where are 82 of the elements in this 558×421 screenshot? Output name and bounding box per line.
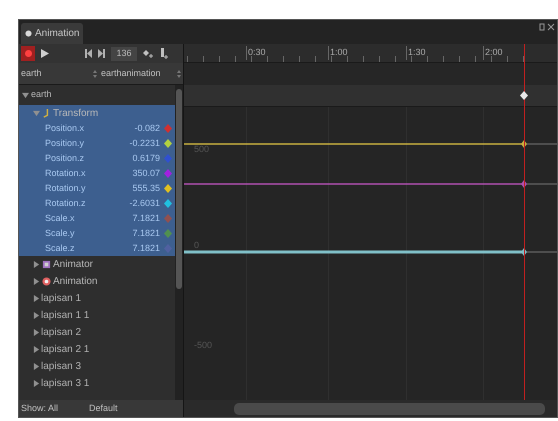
clip-dropdown[interactable]: earthanimation [99,63,183,84]
expand-arrow-icon[interactable] [22,92,29,98]
component-row[interactable]: Transform [19,105,175,121]
expand-arrow-icon[interactable] [33,261,40,268]
expand-arrow-icon[interactable] [33,295,40,302]
object-name: lapisan 3 1 [41,377,90,391]
window-controls-icon[interactable] [539,23,555,31]
property-name: Position.z [45,152,86,165]
hierarchy-row[interactable]: lapisan 3 1 [19,375,175,392]
property-value: -0.082 [133,122,161,135]
component-row[interactable]: Animation [19,273,175,290]
object-name: lapisan 3 [41,360,82,374]
object-name: lapisan 2 1 [41,343,90,357]
expand-arrow-icon[interactable] [33,329,40,336]
time-label: 2:00 [483,46,503,60]
object-name: lapisan 1 [41,292,82,306]
property-name: Scale.y [45,226,76,240]
component-row[interactable]: Animator [19,256,175,273]
vertical-scrollbar[interactable] [175,85,183,400]
property-row[interactable]: Scale.z 7.1821 [19,241,175,256]
time-label: 1:30 [406,46,426,60]
property-row[interactable]: Rotation.x 350.07 [19,166,175,181]
expand-arrow-icon[interactable] [33,380,40,387]
property-value: 555.35 [131,182,161,195]
mode-dropdown[interactable]: Default [89,402,118,416]
property-value: 0.6179 [131,152,161,165]
property-row[interactable]: Position.x -0.082 [19,121,175,136]
hierarchy-row[interactable]: lapisan 3 [19,358,175,375]
property-name: Scale.z [45,242,76,255]
record-icon [24,50,32,57]
property-value: 350.07 [131,166,161,180]
add-keyframe-icon[interactable] [143,49,154,58]
hierarchy-row[interactable]: lapisan 1 1 [19,307,175,324]
time-label: 1:00 [328,46,348,60]
hierarchy-row[interactable]: lapisan 1 [19,290,175,307]
property-value: 7.1821 [131,226,161,240]
property-row[interactable]: Position.y -0.2231 [19,136,175,151]
property-name: Rotation.x [45,166,87,180]
property-name: Scale.x [45,212,76,225]
component-name: Animation [53,275,98,289]
next-key-icon[interactable] [98,49,105,58]
property-value: -2.6031 [128,196,161,210]
play-icon[interactable] [41,49,49,58]
frame-field[interactable]: 136 [111,46,137,60]
horizontal-scrollbar[interactable] [184,400,557,417]
property-name: Rotation.y [45,182,87,195]
property-row[interactable]: Scale.x 7.1821 [19,211,175,226]
expand-arrow-icon[interactable] [33,312,40,319]
object-dropdown[interactable]: earth [19,63,99,84]
transform-icon [42,108,51,118]
property-row[interactable]: Rotation.z -2.6031 [19,196,175,211]
hierarchy-row[interactable]: lapisan 2 1 [19,341,175,358]
property-row[interactable]: Position.z 0.6179 [19,151,175,166]
property-value: 7.1821 [131,242,161,255]
dropdown-arrows-icon [177,70,181,78]
property-name: Position.y [45,136,86,150]
window-tab[interactable]: Animation [21,23,84,44]
dropdown-arrows-icon [93,70,97,78]
hierarchy-row[interactable]: lapisan 2 [19,324,175,341]
property-row[interactable]: Scale.y 7.1821 [19,226,175,241]
expand-arrow-icon[interactable] [33,278,40,285]
component-icon [42,260,51,269]
previous-key-icon[interactable] [85,49,92,58]
show-filter[interactable]: Show: All [21,402,89,416]
property-name: Rotation.z [45,196,87,210]
property-row[interactable]: Rotation.y 555.35 [19,181,175,196]
object-name: lapisan 1 1 [41,309,90,323]
property-value: -0.2231 [128,136,161,150]
animation-icon [25,30,32,37]
add-event-icon[interactable] [160,48,169,59]
expand-arrow-icon[interactable] [33,346,40,353]
property-name: Position.x [45,122,86,135]
keyframe-icon[interactable] [520,91,528,100]
object-name: earth [31,88,52,102]
component-name: Animator [53,258,94,272]
time-label: 0:30 [246,46,266,60]
time-ruler[interactable]: 0:30 1:00 1:30 2:00 [184,44,557,63]
object-name: lapisan 2 [41,326,82,340]
component-name: Transform [53,106,98,120]
expand-arrow-icon[interactable] [33,363,40,370]
animation-icon [42,277,51,286]
property-value: 7.1821 [131,212,161,225]
